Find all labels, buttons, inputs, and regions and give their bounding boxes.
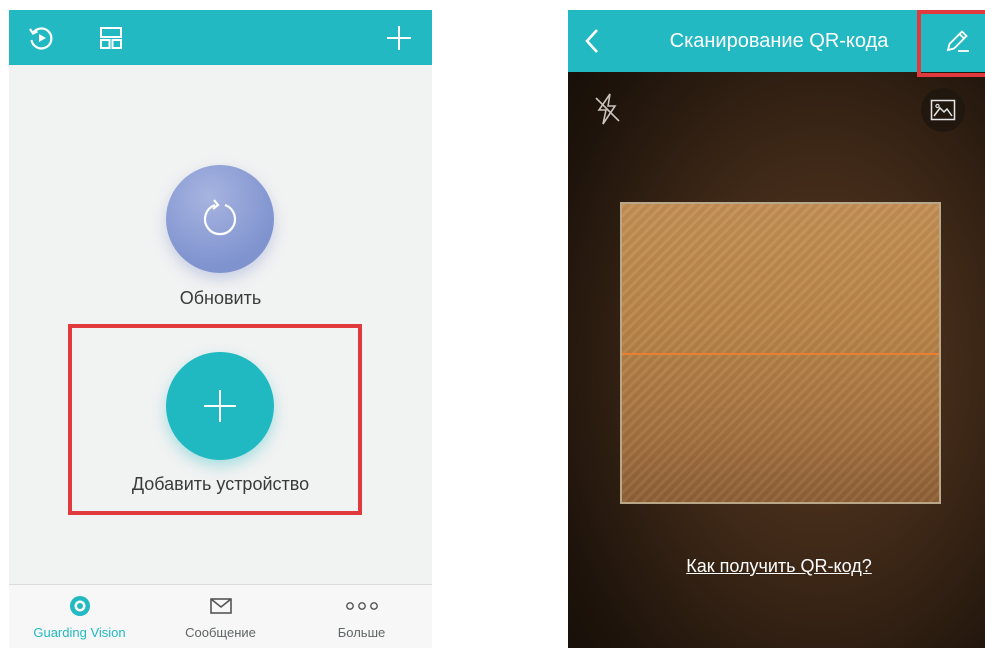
bottom-nav: Guarding Vision Сообщение Больше — [9, 584, 432, 648]
playback-icon[interactable] — [21, 10, 61, 65]
add-icon[interactable] — [379, 10, 419, 65]
qr-scan-frame — [620, 202, 941, 504]
top-bar — [9, 10, 432, 65]
refresh-icon — [203, 199, 237, 236]
nav-label-message: Сообщение — [185, 625, 256, 640]
nav-item-message[interactable]: Сообщение — [150, 585, 291, 648]
nav-item-guarding-vision[interactable]: Guarding Vision — [9, 585, 150, 648]
qr-help-link[interactable]: Как получить QR-код? — [568, 556, 985, 577]
right-phone-screen: Сканирование QR-кода Как получить QR-код… — [568, 10, 985, 648]
gallery-icon[interactable] — [921, 88, 965, 132]
highlight-box — [68, 324, 362, 515]
nav-label-more: Больше — [337, 625, 386, 640]
layout-icon[interactable] — [91, 10, 131, 65]
guarding-vision-icon — [69, 596, 90, 616]
scan-line — [622, 353, 939, 355]
envelope-icon — [209, 598, 232, 614]
refresh-label[interactable]: Обновить — [9, 288, 432, 309]
nav-item-more[interactable]: Больше — [291, 585, 432, 648]
flash-off-icon[interactable] — [592, 92, 624, 126]
back-icon[interactable] — [582, 10, 612, 72]
nav-label-guarding-vision: Guarding Vision — [33, 625, 126, 640]
highlight-box — [917, 10, 985, 77]
more-dots-icon — [345, 602, 378, 610]
left-phone-screen: Обновить Добавить устройство Guarding Vi… — [9, 10, 432, 648]
refresh-button[interactable] — [166, 165, 274, 273]
